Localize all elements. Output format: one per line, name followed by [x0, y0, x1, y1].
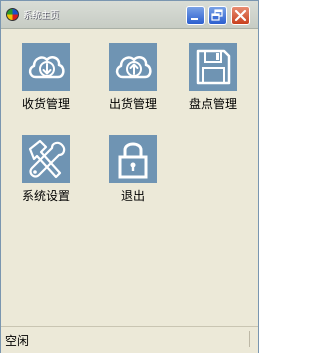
- save-floppy-icon: [189, 43, 237, 91]
- window-title: 系统主页: [23, 11, 60, 21]
- app-icon[interactable]: [6, 8, 19, 21]
- close-icon: [234, 9, 247, 22]
- system-settings-item[interactable]: 系统设置: [6, 135, 86, 215]
- lock-icon: [109, 135, 157, 183]
- item-label: 盘点管理: [188, 97, 237, 111]
- inventory-management-item[interactable]: 盘点管理: [173, 43, 253, 123]
- minimize-icon: [191, 18, 198, 20]
- main-window: 系统主页 收货管理 出货管理 盘点管理 系统设置 退出 空闲: [0, 0, 259, 353]
- cloud-upload-icon: [109, 43, 157, 91]
- tools-icon: [22, 135, 70, 183]
- item-label: 收货管理: [21, 97, 70, 111]
- item-label: 退出: [120, 189, 145, 203]
- title-bar[interactable]: 系统主页: [1, 1, 258, 29]
- close-button[interactable]: [231, 6, 250, 25]
- minimize-button[interactable]: [186, 6, 205, 25]
- status-bar: 空闲: [1, 326, 258, 353]
- receiving-management-item[interactable]: 收货管理: [6, 43, 86, 123]
- status-grip[interactable]: [249, 331, 256, 347]
- shipping-management-item[interactable]: 出货管理: [93, 43, 173, 123]
- item-label: 系统设置: [21, 189, 70, 203]
- status-text: 空闲: [5, 334, 30, 348]
- restore-icon: [211, 9, 223, 21]
- cloud-download-icon: [22, 43, 70, 91]
- restore-button[interactable]: [208, 6, 227, 25]
- exit-item[interactable]: 退出: [93, 135, 173, 215]
- item-label: 出货管理: [108, 97, 157, 111]
